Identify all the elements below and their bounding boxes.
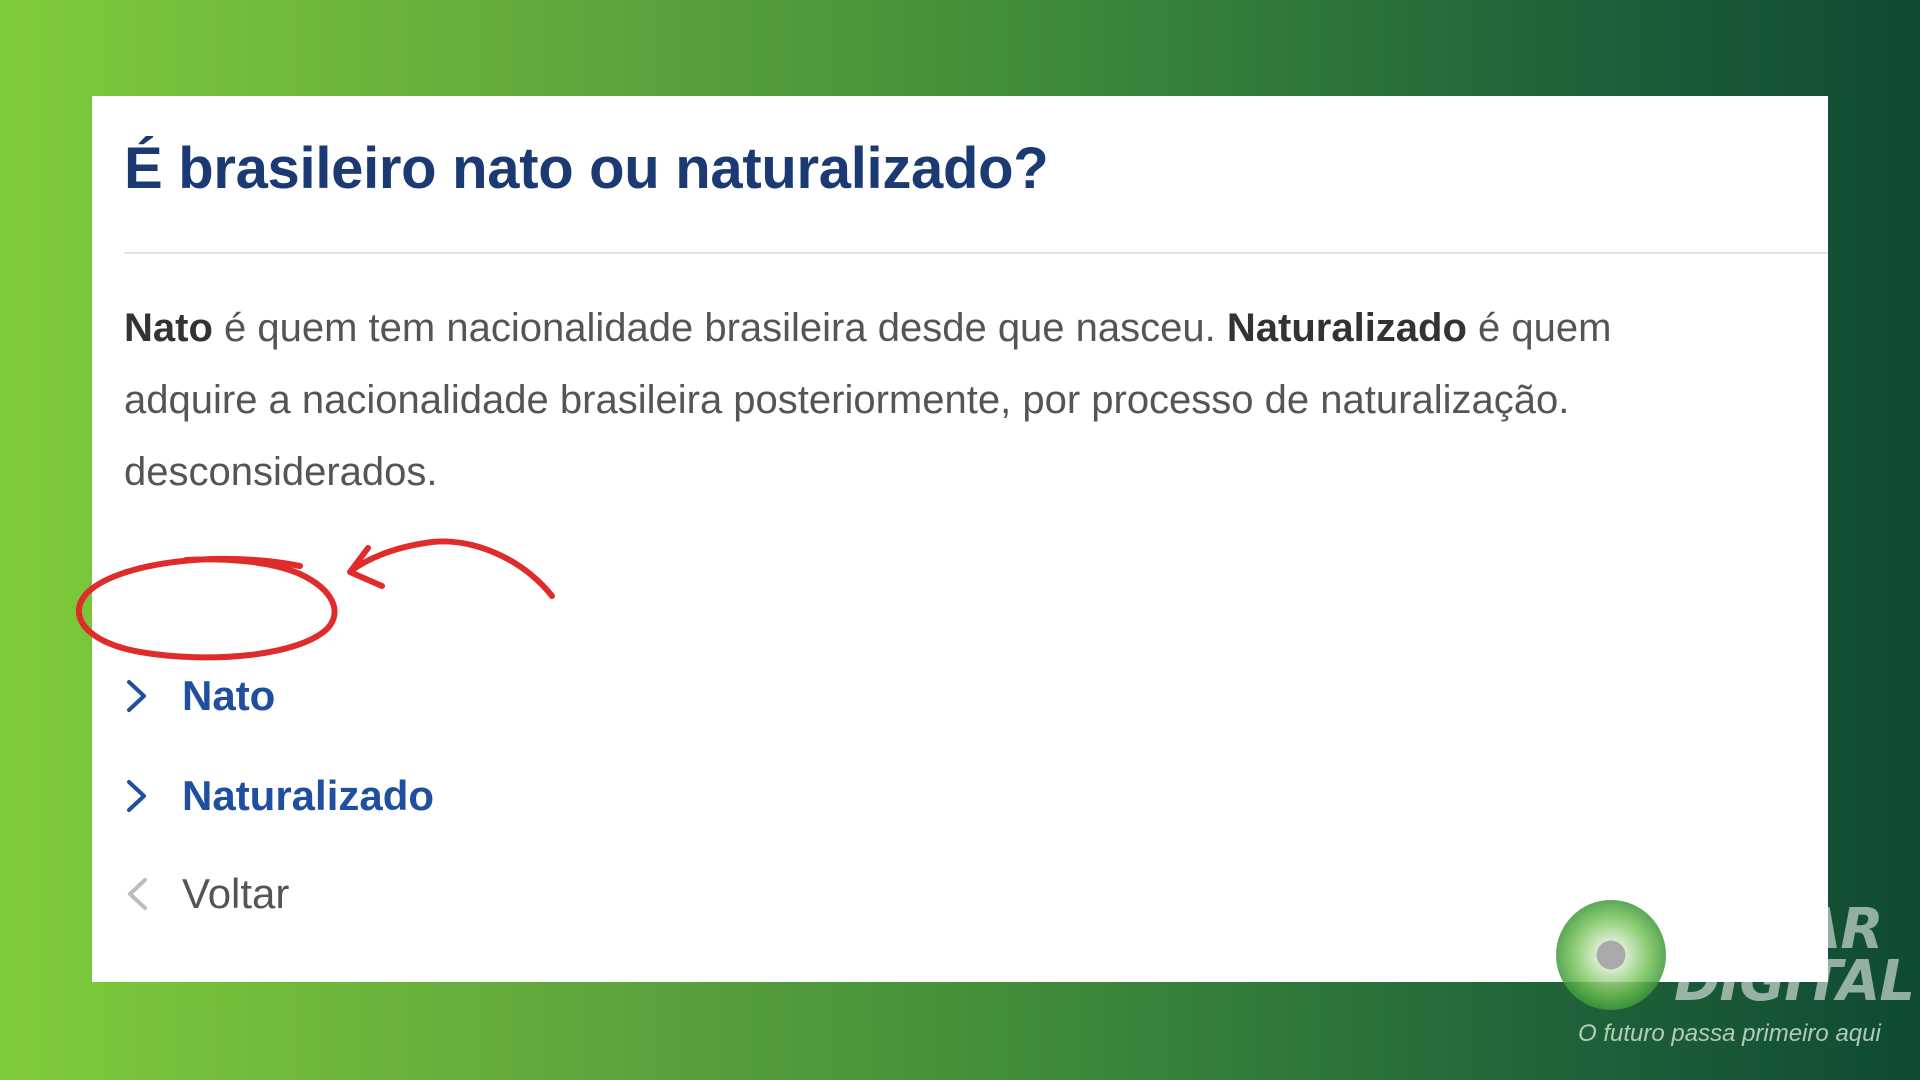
option-nato[interactable]: Nato	[124, 672, 275, 720]
chevron-right-icon	[127, 780, 146, 812]
option-nato-label: Nato	[182, 672, 276, 719]
description-text: Nato é quem tem nacionalidade brasileira…	[124, 292, 1684, 508]
chevron-left-icon	[128, 878, 147, 910]
description-part-1: é quem tem nacionalidade brasileira desd…	[212, 306, 1227, 350]
page-title: É brasileiro nato ou naturalizado?	[124, 136, 1049, 201]
back-button[interactable]: Voltar	[124, 870, 289, 918]
term-nato: Nato	[124, 306, 213, 350]
term-naturalizado: Naturalizado	[1226, 306, 1467, 350]
watermark-logo: DIWAR DIGITAL O futuro passa primeiro aq…	[1548, 900, 1915, 1060]
back-button-label: Voltar	[182, 870, 290, 917]
chevron-right-icon	[127, 680, 146, 712]
option-naturalizado-label: Naturalizado	[182, 772, 435, 819]
option-naturalizado[interactable]: Naturalizado	[124, 772, 434, 820]
title-divider	[124, 252, 1828, 254]
watermark-line-2: DIGITAL	[1674, 949, 1915, 1014]
watermark-slogan: O futuro passa primeiro aqui	[1578, 1020, 1881, 1047]
watermark-brand: DIWAR DIGITAL	[1674, 902, 1915, 1014]
globe-logo-icon	[1556, 900, 1666, 1010]
question-card: É brasileiro nato ou naturalizado? Nato …	[92, 96, 1828, 982]
